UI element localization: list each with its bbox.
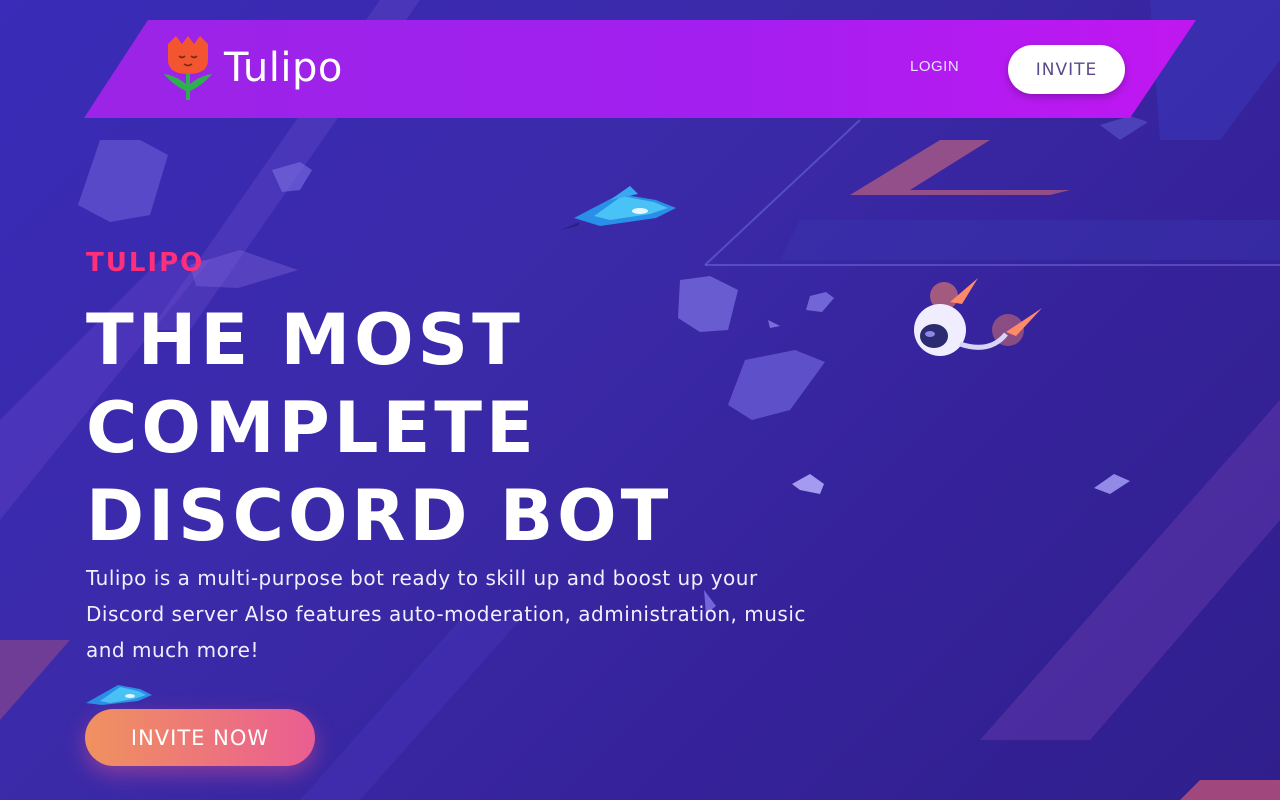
headline-line-3: DISCORD BOT — [86, 475, 673, 557]
brand-name: Tulipo — [224, 45, 343, 91]
small-spaceship-icon — [86, 685, 152, 705]
invite-now-button[interactable]: INVITE NOW — [85, 709, 315, 766]
brand[interactable]: Tulipo — [160, 34, 343, 102]
headline-line-2: COMPLETE — [86, 387, 538, 469]
tulip-icon — [164, 36, 212, 100]
hero-headline: THE MOST COMPLETE DISCORD BOT — [86, 296, 766, 560]
spaceship-icon — [560, 186, 676, 230]
astronaut-icon — [914, 278, 1042, 356]
headline-line-1: THE MOST — [86, 299, 524, 381]
hero-description: Tulipo is a multi-purpose bot ready to s… — [86, 566, 806, 662]
hero-eyebrow: TULIPO — [86, 248, 205, 278]
login-link[interactable]: LOGIN — [910, 58, 959, 75]
invite-button[interactable]: INVITE — [1008, 45, 1125, 94]
